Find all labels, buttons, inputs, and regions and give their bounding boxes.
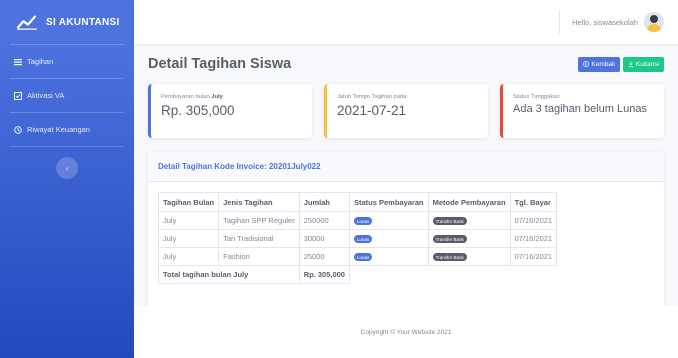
card-value: Ada 3 tagihan belum Lunas [513, 103, 647, 115]
chart-line-icon [17, 15, 37, 30]
table-row: July Tari Tradisional 30000 Lunas Transf… [157, 229, 558, 248]
user-greeting[interactable]: Hello, siswasekolah [572, 18, 638, 27]
payment-month-card: Pembayaran bulan July Rp. 305,000 [148, 84, 312, 138]
invoice-table: Tagihan Bulan Jenis Tagihan Jumlah Statu… [157, 192, 558, 284]
brand-link[interactable]: SI AKUNTANSI [0, 0, 134, 44]
method-badge: Transfer Bank [432, 253, 467, 261]
sidebar-item-aktivasi-va[interactable]: Aktivasi VA [0, 79, 134, 112]
status-badge: Lunas [353, 253, 373, 261]
sidebar: SI AKUNTANSI Tagihan Aktivasi VA Riwayat… [0, 0, 134, 358]
brand-name: SI AKUNTANSI [46, 16, 120, 28]
sidebar-item-tagihan[interactable]: Tagihan [0, 45, 134, 78]
history-icon [14, 125, 22, 134]
card-label: Jatuh Tempo Tagihan pada [337, 94, 407, 100]
sidebar-item-label: Aktivasi VA [27, 91, 65, 100]
sidebar-toggle-button[interactable]: ‹ [56, 157, 78, 179]
card-label: Pembayaran bulan July [161, 94, 223, 100]
total-value: Rp. 305,000 [298, 265, 350, 284]
table-row: July Fashion 25000 Lunas Transfer Bank 0… [157, 247, 558, 266]
kuitansi-button[interactable]: Kuitansi [622, 56, 664, 72]
sidebar-divider [10, 146, 124, 147]
back-circle-icon [583, 61, 590, 67]
invoice-detail-card: Detail Tagihan Kode Invoice: 20201July02… [148, 152, 664, 310]
check-square-icon [14, 91, 22, 100]
avatar[interactable] [644, 12, 664, 32]
column-header: Tgl. Bayar [509, 192, 558, 212]
method-badge: Transfer Bank [432, 217, 467, 225]
status-badge: Lunas [353, 217, 373, 225]
invoice-detail-header: Detail Tagihan Kode Invoice: 20201July02… [148, 152, 664, 182]
arrears-status-card: Status Tunggakan Ada 3 tagihan belum Lun… [500, 84, 664, 138]
kuitansi-label: Kuitansi [635, 60, 659, 68]
kembali-label: Kembali [591, 60, 615, 68]
card-value: Rp. 305,000 [161, 103, 235, 118]
status-badge: Lunas [353, 235, 373, 243]
download-icon [628, 61, 634, 67]
topbar-divider [559, 10, 561, 34]
card-value: 2021-07-21 [337, 103, 407, 118]
table-header-row: Tagihan Bulan Jenis Tagihan Jumlah Statu… [157, 192, 558, 212]
sidebar-item-label: Riwayat Keuangan [27, 125, 90, 134]
card-label: Status Tunggakan [513, 94, 560, 100]
column-header: Tagihan Bulan [157, 192, 220, 212]
table-total-row: Total tagihan bulan July Rp. 305,000 [158, 265, 557, 284]
sidebar-item-riwayat-keuangan[interactable]: Riwayat Keuangan [0, 113, 134, 146]
column-header: Metode Pembayaran [427, 192, 511, 212]
column-header: Jumlah [298, 192, 350, 212]
column-header: Jenis Tagihan [218, 192, 300, 212]
copyright-text: Copyright © Your Website 2021 [360, 328, 452, 336]
page-title: Detail Tagihan Siswa [148, 56, 292, 72]
due-date-card: Jatuh Tempo Tagihan pada 2021-07-21 [324, 84, 488, 138]
method-badge: Transfer Bank [432, 235, 467, 243]
column-header: Status Pembayaran [348, 192, 429, 212]
kembali-button[interactable]: Kembali [578, 56, 620, 72]
table-row: July Tagihan SPP Reguler 250000 Lunas Tr… [157, 211, 558, 230]
sidebar-item-label: Tagihan [27, 57, 54, 66]
total-label: Total tagihan bulan July [158, 265, 300, 284]
list-icon [14, 58, 22, 65]
topbar: Hello, siswasekolah [134, 0, 678, 44]
footer: Copyright © Your Website 2021 [134, 306, 678, 358]
